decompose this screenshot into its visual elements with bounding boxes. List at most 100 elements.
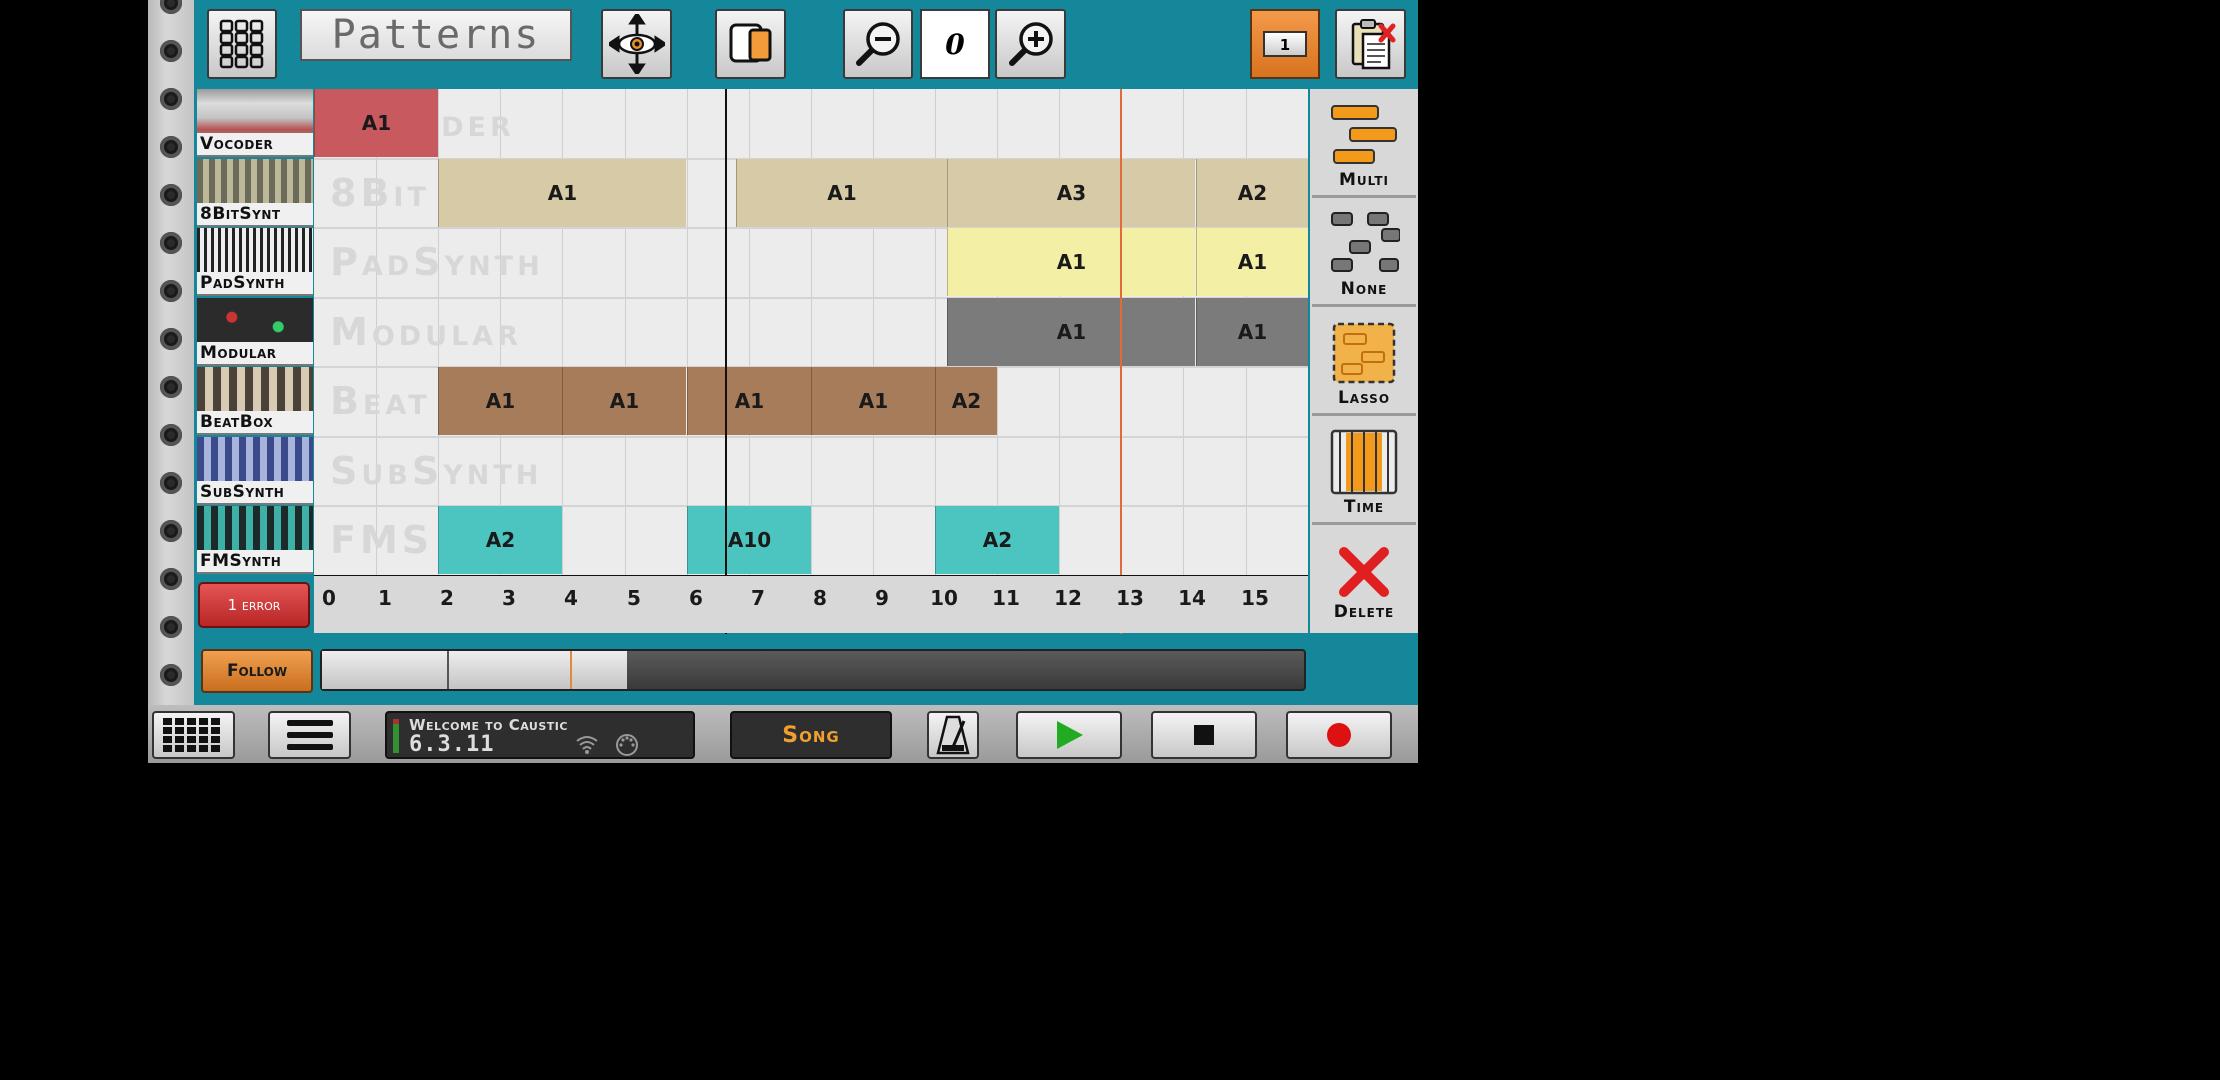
grid-menu-icon: [219, 19, 264, 69]
record-button[interactable]: [1286, 711, 1392, 759]
binder-ring: [160, 568, 182, 590]
track-thumbnail[interactable]: Modular: [197, 298, 313, 366]
play-button[interactable]: [1016, 711, 1122, 759]
tool-multi-label: Multi: [1339, 170, 1389, 190]
lasso-icon: [1332, 322, 1396, 384]
tool-multi[interactable]: Multi: [1312, 92, 1416, 198]
stop-button[interactable]: [1151, 711, 1257, 759]
scroll-loop-marker: [447, 651, 449, 689]
clipboard-delete-icon: [1351, 19, 1395, 70]
pattern-block[interactable]: A1: [687, 367, 811, 435]
grid-row-line: [314, 436, 1308, 438]
pattern-block[interactable]: A1: [438, 159, 686, 227]
pattern-block[interactable]: A1: [1196, 298, 1308, 366]
keyboard-icon: [162, 718, 220, 752]
pattern-block[interactable]: A1: [947, 228, 1195, 296]
scrollbar-thumb[interactable]: [322, 651, 627, 689]
pattern-label: A1: [1056, 250, 1087, 274]
pattern-block[interactable]: A2: [1196, 159, 1308, 227]
ruler-tick-label: 8: [813, 586, 827, 610]
binder-ring: [160, 136, 182, 158]
time-select-icon: [1330, 429, 1398, 495]
pattern-block[interactable]: A3: [947, 159, 1195, 227]
tool-lasso[interactable]: Lasso: [1312, 310, 1416, 416]
page-number: 1: [1263, 31, 1307, 57]
play-icon: [1057, 721, 1083, 749]
track-thumbnail[interactable]: Vocoder: [197, 89, 313, 157]
pattern-label: A1: [734, 389, 765, 413]
track-ghost-label: SubSynth: [330, 449, 543, 493]
midi-icon: [616, 734, 638, 756]
pattern-label: A1: [609, 389, 640, 413]
track-name: SubSynth: [197, 481, 313, 503]
move-view-icon: [608, 14, 665, 74]
copy-button[interactable]: [715, 9, 786, 79]
binder-ring: [160, 232, 182, 254]
ruler-tick-label: 9: [875, 586, 889, 610]
pattern-label: A2: [951, 389, 982, 413]
ruler-tick-label: 3: [502, 586, 516, 610]
page-select-button[interactable]: 1: [1250, 9, 1320, 79]
zoom-in-button[interactable]: [995, 9, 1066, 79]
pattern-block[interactable]: A1: [1196, 228, 1308, 296]
track-name: Modular: [197, 342, 313, 364]
binder-ring: [160, 88, 182, 110]
pattern-block[interactable]: A2: [438, 506, 562, 574]
tool-time[interactable]: Time: [1312, 419, 1416, 525]
track-thumbnail[interactable]: SubSynth: [197, 437, 313, 505]
follow-button[interactable]: Follow: [201, 649, 313, 693]
pattern-block[interactable]: A1: [562, 367, 686, 435]
pattern-block[interactable]: A1: [736, 159, 947, 227]
ruler-tick-label: 2: [440, 586, 454, 610]
keyboard-button[interactable]: [152, 711, 235, 759]
pattern-block[interactable]: A1: [314, 89, 438, 157]
main-menu-button[interactable]: [268, 711, 351, 759]
ruler-tick-label: 11: [992, 586, 1020, 610]
binder-ring: [160, 40, 182, 62]
delete-button[interactable]: Delete: [1312, 528, 1416, 633]
ruler-tick-label: 14: [1178, 586, 1206, 610]
song-mode-button[interactable]: Song: [730, 711, 892, 759]
track-thumbnail[interactable]: FMSynth: [197, 506, 313, 574]
pattern-block[interactable]: A1: [947, 298, 1195, 366]
track-thumbnail[interactable]: PadSynth: [197, 228, 313, 296]
clipboard-delete-button[interactable]: [1335, 9, 1406, 79]
tool-none-label: None: [1340, 279, 1388, 299]
left-bezel: [0, 0, 148, 763]
error-button[interactable]: 1 error: [198, 582, 310, 628]
caustic-app: Patterns 0 1 8Bit PadSynth Modular Beat …: [0, 0, 1568, 763]
wifi-icon: [576, 736, 598, 754]
track-thumbnail[interactable]: BeatBox: [197, 367, 313, 435]
metronome-icon: [936, 715, 970, 755]
tool-time-label: Time: [1343, 497, 1385, 517]
instrument-preview: [197, 506, 313, 554]
pattern-block[interactable]: A1: [438, 367, 562, 435]
tool-none[interactable]: None: [1312, 201, 1416, 307]
track-thumbnail[interactable]: 8BitSynt: [197, 159, 313, 227]
grid-menu-button[interactable]: [207, 9, 277, 79]
none-select-icon: [1331, 212, 1400, 272]
loop-marker[interactable]: [725, 89, 727, 634]
metronome-button[interactable]: [927, 711, 979, 759]
pattern-block[interactable]: A2: [935, 506, 1059, 574]
track-name: Vocoder: [197, 133, 313, 155]
grid-column-line: [687, 89, 688, 576]
move-view-button[interactable]: [601, 9, 672, 79]
pattern-block[interactable]: A2: [935, 367, 997, 435]
pattern-block[interactable]: A10: [687, 506, 811, 574]
track-ghost-label: Modular: [330, 310, 522, 354]
instrument-preview: [197, 228, 313, 276]
zoom-in-icon: [1008, 22, 1053, 66]
track-ghost-label: FMS: [330, 518, 434, 562]
ruler-tick-label: 6: [689, 586, 703, 610]
playhead[interactable]: [1120, 89, 1122, 634]
pattern-block[interactable]: A1: [811, 367, 935, 435]
pattern-label: A2: [982, 528, 1013, 552]
zoom-out-button[interactable]: [843, 9, 913, 79]
binder-ring: [160, 376, 182, 398]
ruler-tick-label: 13: [1116, 586, 1144, 610]
track-ghost-label: PadSynth: [330, 240, 544, 284]
instrument-preview: [197, 298, 313, 346]
pattern-label: A3: [1056, 181, 1087, 205]
right-bezel: [1418, 0, 1568, 763]
